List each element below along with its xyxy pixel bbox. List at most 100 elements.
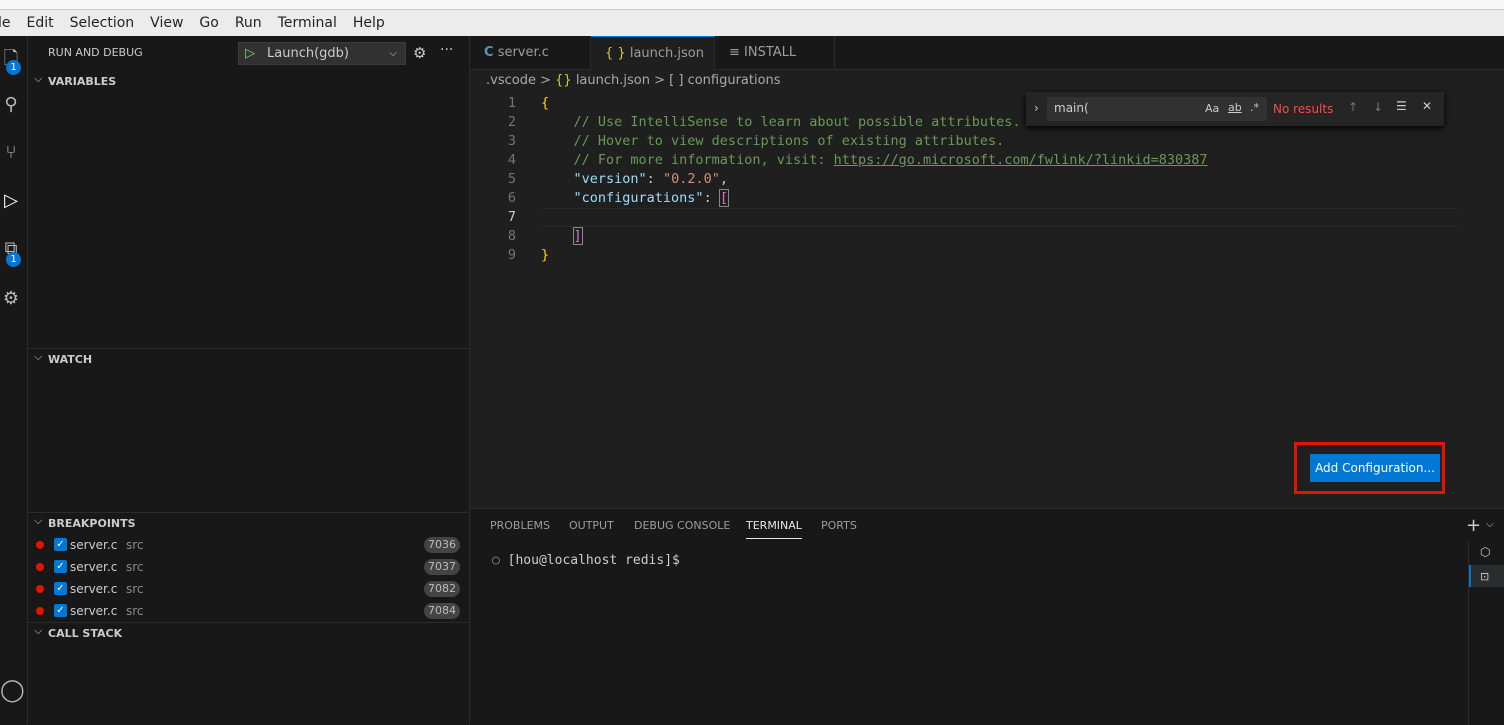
tab-server-c[interactable]: C server.c [470, 36, 591, 70]
close-icon[interactable]: ✕ [1422, 99, 1432, 113]
code-text: { [541, 95, 550, 111]
menu-bar: le Edit Selection View Go Run Terminal Help [0, 10, 1504, 36]
tab-label: server.c [497, 45, 549, 60]
c-file-icon: C [484, 45, 494, 60]
json-key: "version" [573, 171, 647, 187]
section-variables[interactable]: VARIABLES [28, 68, 470, 93]
sidebar: RUN AND DEBUG ▷ Launch(gdb) ⌵ ⚙ ··· VARI… [28, 36, 470, 724]
regex-icon[interactable]: .* [1250, 101, 1259, 114]
breakpoint-checkbox[interactable]: ✓ [54, 604, 67, 617]
prompt-circle-icon: ○ [492, 553, 500, 568]
text-file-icon: ≡ [729, 45, 740, 60]
next-match-icon[interactable]: ↓ [1373, 100, 1383, 114]
array-icon: [ ] [669, 73, 684, 88]
code-line: 3 // Hover to view descriptions of exist… [470, 132, 1460, 151]
menu-item[interactable]: le [0, 15, 11, 31]
code-line: 7 [470, 208, 1460, 227]
breakpoint-item[interactable]: ✓ server.c src 7082 [28, 578, 470, 600]
launch-config-select[interactable]: ▷ Launch(gdb) ⌵ [238, 42, 406, 65]
breakpoint-line: 7084 [424, 603, 460, 619]
menu-item[interactable]: Selection [70, 15, 135, 31]
tab-label: INSTALL [744, 45, 797, 60]
panel-tab[interactable]: PROBLEMS [490, 519, 550, 532]
breakpoint-dot-icon [36, 541, 44, 549]
bottom-panel: PROBLEMS OUTPUT DEBUG CONSOLE TERMINAL PORTS… [470, 508, 1504, 725]
find-input[interactable]: main( Aa ab .* [1047, 97, 1267, 121]
breakpoint-file: server.c [70, 560, 118, 574]
json-file-icon: { } [605, 46, 626, 61]
breakpoint-dir: src [126, 582, 144, 596]
code-comment: // Use IntelliSense to learn about possi… [541, 114, 1021, 130]
account-icon[interactable]: ◯ [0, 678, 25, 703]
menu-item[interactable]: Help [353, 15, 385, 31]
breadcrumb-item[interactable]: .vscode [486, 73, 536, 88]
section-watch[interactable]: WATCH [28, 346, 470, 370]
whole-word-icon[interactable]: ab [1228, 101, 1242, 114]
breakpoint-dot-icon [36, 607, 44, 615]
start-debug-icon[interactable]: ▷ [245, 43, 255, 64]
breakpoint-item[interactable]: ✓ server.c src 7084 [28, 600, 470, 622]
code-line: 8 ] [470, 227, 1460, 246]
gear-icon[interactable]: ⚙ [413, 44, 426, 62]
find-widget: › main( Aa ab .* No results ↑ ↓ ☰ ✕ [1026, 92, 1444, 126]
code-line: 4 // For more information, visit: https:… [470, 151, 1460, 170]
tab-install[interactable]: ≡ INSTALL [715, 36, 835, 70]
tab-launch-json[interactable]: { } launch.json ● [591, 36, 715, 95]
run-debug-icon[interactable]: ▷ [0, 190, 22, 214]
line-number: 3 [507, 133, 516, 149]
add-configuration-button[interactable]: Add Configuration... [1310, 454, 1440, 482]
toggle-replace-icon[interactable]: › [1034, 101, 1039, 115]
terminal-output[interactable]: ○ [hou@localhost redis]$ [492, 553, 680, 568]
breadcrumb-item[interactable]: launch.json [576, 73, 650, 88]
breakpoint-item[interactable]: ✓ server.c src 7036 [28, 534, 470, 556]
menu-item[interactable]: Go [199, 15, 218, 31]
launch-config-label: Launch(gdb) [267, 46, 349, 61]
breakpoint-checkbox[interactable]: ✓ [54, 582, 67, 595]
code-link[interactable]: https://go.microsoft.com/fwlink/?linkid=… [834, 152, 1208, 168]
breakpoint-dot-icon [36, 563, 44, 571]
breakpoint-line: 7037 [424, 559, 460, 575]
menu-item[interactable]: View [150, 15, 183, 31]
panel-tab[interactable]: OUTPUT [569, 519, 614, 532]
search-icon[interactable]: ⚲ [0, 94, 22, 118]
source-control-icon[interactable]: ⑂ [0, 142, 22, 166]
panel-tab[interactable]: DEBUG CONSOLE [634, 519, 730, 532]
line-number: 5 [507, 171, 516, 187]
find-in-selection-icon[interactable]: ☰ [1396, 99, 1407, 113]
section-breakpoints[interactable]: BREAKPOINTS [28, 510, 470, 534]
terminal-prompt: [hou@localhost redis]$ [507, 553, 680, 568]
breadcrumb-item[interactable]: configurations [688, 73, 781, 88]
remote-explorer-icon[interactable]: ⚙ [0, 288, 22, 312]
section-call-stack[interactable]: CALL STACK [28, 620, 470, 644]
more-actions-icon[interactable]: ··· [440, 42, 453, 58]
new-terminal-icon[interactable]: + [1466, 515, 1481, 536]
line-number: 8 [507, 228, 516, 244]
editor-tabs: C server.c { } launch.json ● ≡ INSTALL [470, 36, 1504, 95]
menu-item[interactable]: Terminal [278, 15, 337, 31]
menu-item[interactable]: Run [235, 15, 262, 31]
breakpoint-file: server.c [70, 582, 118, 596]
match-case-icon[interactable]: Aa [1205, 102, 1219, 115]
chevron-down-icon: ⌵ [389, 48, 397, 59]
json-icon: {} [555, 73, 572, 88]
chevron-down-icon[interactable]: ⌵ [1486, 519, 1494, 530]
breakpoint-item[interactable]: ✓ server.c src 7037 [28, 556, 470, 578]
previous-match-icon[interactable]: ↑ [1348, 100, 1358, 114]
panel-tab[interactable]: PORTS [821, 519, 857, 532]
tab-label: launch.json [629, 46, 704, 61]
terminal-icon: ⊡ [1480, 570, 1490, 583]
json-key: "configurations" [573, 190, 704, 206]
find-query: main( [1054, 101, 1089, 115]
breakpoint-line: 7036 [424, 537, 460, 553]
code-line: 6 "configurations": [ [470, 189, 1460, 208]
breakpoint-checkbox[interactable]: ✓ [54, 538, 67, 551]
line-number: 4 [507, 152, 516, 168]
extensions-badge: 1 [6, 252, 21, 267]
menu-item[interactable]: Edit [27, 15, 54, 31]
line-number: 9 [507, 247, 516, 263]
panel-tab[interactable]: TERMINAL [746, 519, 802, 539]
breakpoint-checkbox[interactable]: ✓ [54, 560, 67, 573]
terminal-instance-active[interactable]: ⊡ [1469, 565, 1504, 587]
code-line: 5 "version": "0.2.0", [470, 170, 1460, 189]
terminal-instance-icon[interactable]: ⬡ [1480, 545, 1490, 559]
